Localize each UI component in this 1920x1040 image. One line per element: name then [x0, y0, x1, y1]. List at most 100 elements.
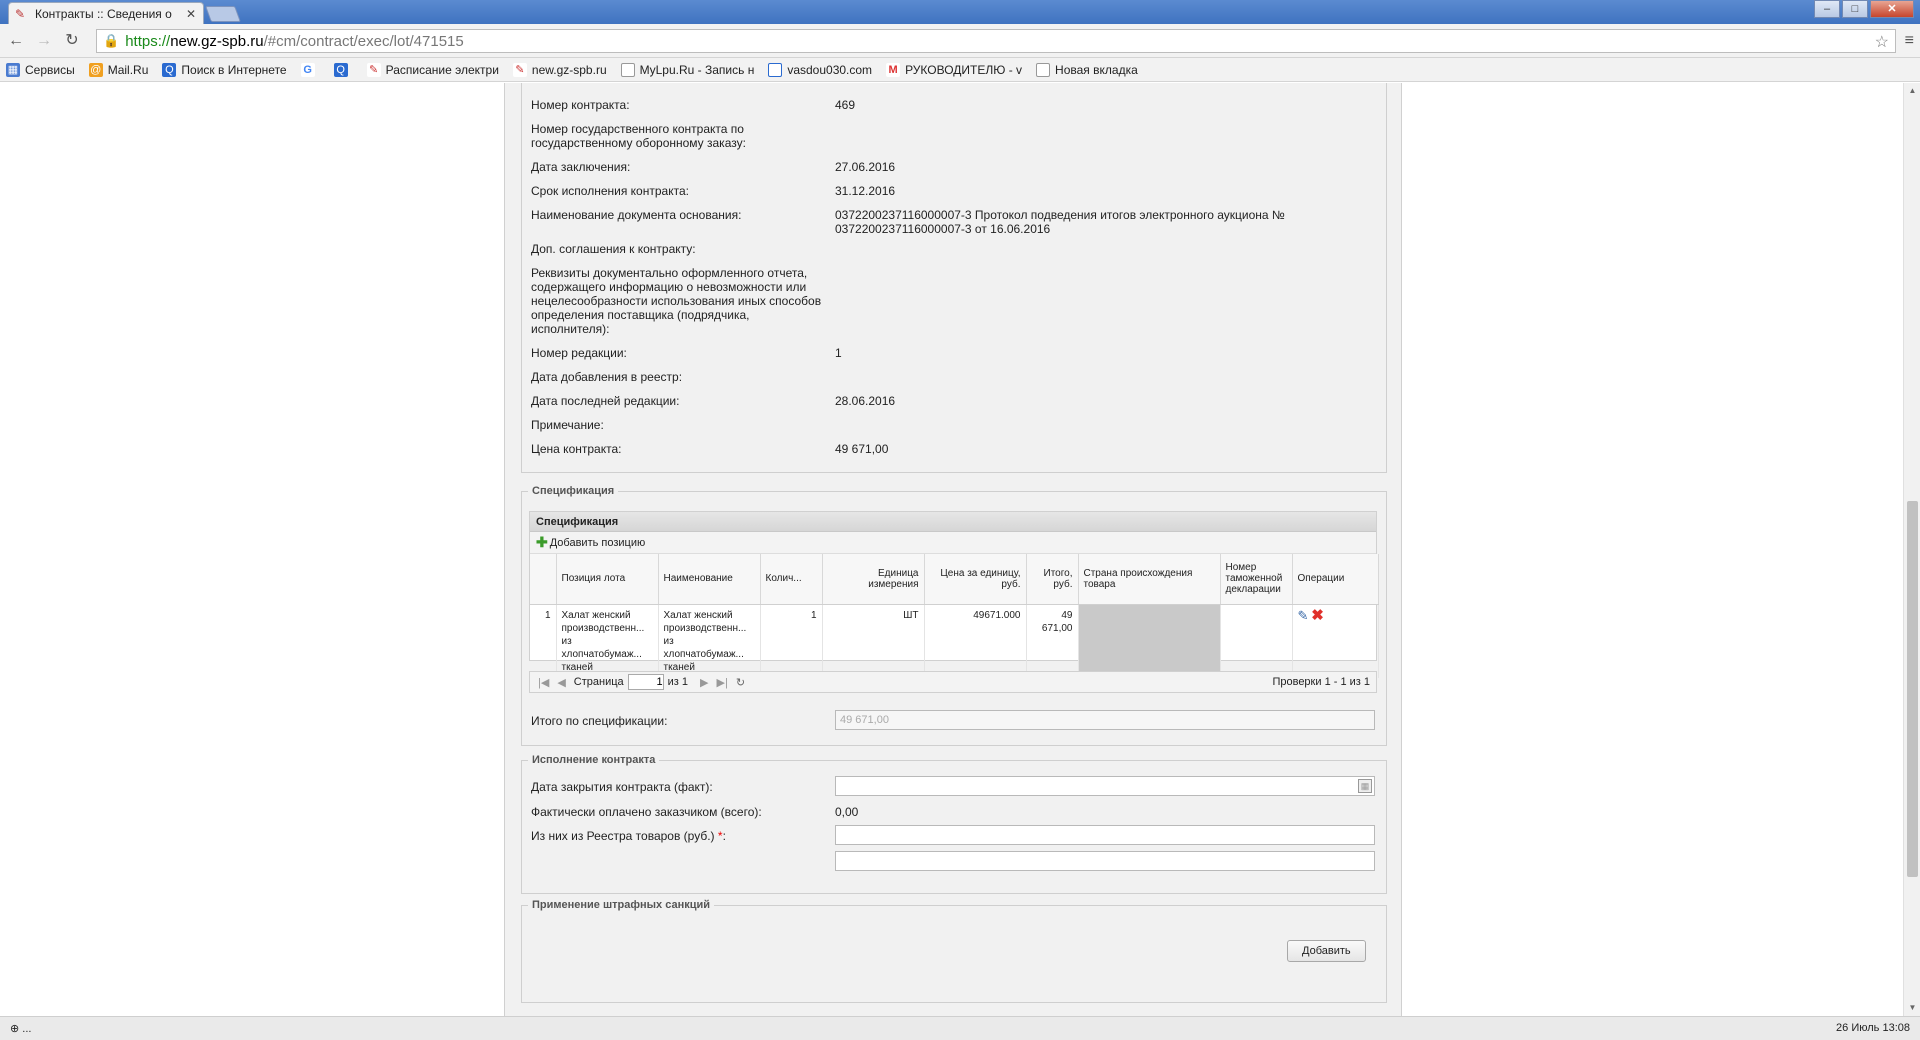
- add-penalty-button[interactable]: Добавить: [1287, 940, 1366, 962]
- specification-table: Позиция лота Наименование Колич... Едини…: [530, 554, 1379, 678]
- basis-doc-label: Наименование документа основания:: [531, 208, 742, 222]
- page-scrollbar[interactable]: ▲ ▼: [1903, 83, 1920, 1016]
- status-left: ⊕ ...: [10, 1023, 32, 1035]
- col-header-num: [530, 554, 557, 605]
- contract-number-value: 469: [835, 98, 856, 112]
- table-row[interactable]: 1 Халат женский производственн... из хло…: [530, 604, 1379, 678]
- delete-icon[interactable]: ✖: [1311, 607, 1324, 624]
- reload-icon[interactable]: ↻: [62, 32, 82, 50]
- bookmark-star-icon[interactable]: ☆: [1875, 32, 1889, 52]
- bookmark-label: Поиск в Интернете: [181, 62, 287, 77]
- bookmark-label: Расписание электри: [385, 62, 499, 77]
- edit-icon[interactable]: ✎: [1298, 608, 1309, 623]
- browser-tab[interactable]: ✎ Контракты :: Сведения о ✕: [8, 2, 204, 24]
- minimize-button[interactable]: –: [1814, 0, 1840, 18]
- last-page-icon[interactable]: ▶|: [717, 676, 728, 689]
- addenda-label: Доп. соглашения к контракту:: [531, 242, 696, 256]
- apps-grid-icon: ▦: [6, 62, 20, 77]
- bookmark-newtab[interactable]: Новая вкладка: [1036, 62, 1138, 77]
- revision-number-value: 1: [835, 346, 842, 360]
- bookmark-schedule[interactable]: ✎ Расписание электри: [366, 62, 499, 77]
- bookmark-label: Новая вкладка: [1055, 62, 1138, 77]
- bookmark-search-2[interactable]: Q: [333, 62, 353, 77]
- col-header-name[interactable]: Наименование: [658, 554, 761, 605]
- status-datetime: 26 Июль 13:08: [1836, 1022, 1910, 1034]
- cell-unit: ШТ: [822, 604, 925, 678]
- registry-date-label: Дата добавления в реестр:: [531, 370, 683, 384]
- page-label: Страница: [573, 676, 624, 688]
- registry-goods-input-2[interactable]: [835, 851, 1375, 871]
- col-header-country[interactable]: Страна происхождения товара: [1078, 554, 1221, 605]
- paid-label: Фактически оплачено заказчиком (всего):: [531, 805, 762, 819]
- tab-close-icon[interactable]: ✕: [185, 7, 197, 21]
- registry-goods-text: Из них из Реестра товаров (руб.): [531, 829, 715, 843]
- cell-total: 49 671,00: [1026, 604, 1079, 678]
- defense-contract-label: Номер государственного контракта по госу…: [531, 122, 746, 150]
- bookmark-gzspb[interactable]: ✎ new.gz-spb.ru: [512, 62, 607, 77]
- bookmark-label: new.gz-spb.ru: [531, 62, 607, 77]
- close-window-button[interactable]: ✕: [1870, 0, 1914, 18]
- note-label: Примечание:: [531, 418, 604, 432]
- first-page-icon[interactable]: |◀: [538, 676, 549, 689]
- url-host: new.gz-spb.ru: [170, 32, 264, 50]
- col-header-unit[interactable]: Единица измерения: [822, 554, 925, 605]
- cell-country: [1078, 604, 1221, 678]
- next-page-icon[interactable]: ▶: [700, 676, 708, 689]
- close-date-label: Дата закрытия контракта (факт):: [531, 780, 713, 794]
- penalties-legend: Применение штрафных санкций: [528, 899, 715, 911]
- add-icon[interactable]: ✚: [536, 534, 548, 551]
- page-of-label: из 1: [667, 676, 689, 688]
- bookmark-google[interactable]: G: [300, 62, 320, 77]
- close-date-input[interactable]: ▦: [835, 776, 1375, 796]
- back-icon[interactable]: ←: [6, 32, 26, 50]
- col-header-position[interactable]: Позиция лота: [556, 554, 659, 605]
- pager-summary: Проверки 1 - 1 из 1: [1272, 676, 1370, 688]
- registry-goods-input[interactable]: [835, 825, 1375, 845]
- cell-num: 1: [530, 604, 557, 678]
- grid-title: Спецификация: [530, 512, 1376, 532]
- menu-icon[interactable]: ≡: [1905, 32, 1914, 50]
- new-tab-button[interactable]: [205, 6, 241, 22]
- execution-legend: Исполнение контракта: [528, 754, 660, 766]
- col-header-price[interactable]: Цена за единицу, руб.: [924, 554, 1027, 605]
- execution-term-label: Срок исполнения контракта:: [531, 184, 689, 198]
- scroll-up-icon[interactable]: ▲: [1904, 83, 1920, 99]
- cell-operations: ✎ ✖: [1292, 604, 1379, 678]
- col-header-declaration[interactable]: Номер таможенной декларации: [1220, 554, 1293, 605]
- scroll-thumb[interactable]: [1907, 501, 1918, 877]
- cell-price: 49671.000: [924, 604, 1027, 678]
- bookmark-search[interactable]: Q Поиск в Интернете: [162, 62, 287, 77]
- scroll-down-icon[interactable]: ▼: [1904, 1000, 1920, 1016]
- page-number-input[interactable]: [627, 674, 664, 690]
- bookmark-services[interactable]: ▦ Сервисы: [6, 62, 75, 77]
- bookmark-label: MyLpu.Ru - Запись н: [639, 62, 755, 77]
- bookmarks-bar: ▦ Сервисы @ Mail.Ru Q Поиск в Интернете G Q…: [0, 58, 1920, 82]
- search-icon: Q: [162, 62, 177, 77]
- bookmark-gmail[interactable]: M РУКОВОДИТЕЛЮ - v: [886, 62, 1023, 77]
- add-position-button[interactable]: Добавить позицию: [550, 537, 646, 549]
- grid-toolbar: ✚ Добавить позицию: [530, 532, 1376, 554]
- col-header-total[interactable]: Итого, руб.: [1026, 554, 1079, 605]
- refresh-icon[interactable]: ↻: [736, 676, 745, 689]
- calendar-icon[interactable]: ▦: [1358, 779, 1372, 793]
- paid-value: 0,00: [835, 805, 859, 819]
- forward-icon[interactable]: →: [34, 32, 54, 50]
- page-icon: [620, 62, 635, 77]
- page-content: Номер контракта: 469 Номер государственн…: [0, 83, 1920, 1016]
- tab-title: Контракты :: Сведения о: [35, 6, 172, 21]
- prev-page-icon[interactable]: ◀: [557, 676, 565, 689]
- bookmark-label: РУКОВОДИТЕЛЮ - v: [905, 62, 1023, 77]
- bookmark-vasdou[interactable]: vasdou030.com: [768, 62, 872, 77]
- address-bar[interactable]: 🔒 https:// new.gz-spb.ru /#cm/contract/e…: [96, 29, 1896, 53]
- site-icon: ✎: [512, 62, 527, 77]
- last-revision-date-value: 28.06.2016: [835, 394, 896, 408]
- bookmark-mylpu[interactable]: MyLpu.Ru - Запись н: [620, 62, 755, 77]
- cell-qty: 1: [760, 604, 823, 678]
- lock-icon: 🔒: [103, 33, 120, 48]
- col-header-qty[interactable]: Колич...: [760, 554, 823, 605]
- gmail-icon: M: [886, 62, 901, 77]
- google-icon: G: [300, 62, 315, 77]
- maximize-button[interactable]: □: [1842, 0, 1868, 18]
- revision-number-label: Номер редакции:: [531, 346, 627, 360]
- bookmark-mailru[interactable]: @ Mail.Ru: [88, 62, 148, 77]
